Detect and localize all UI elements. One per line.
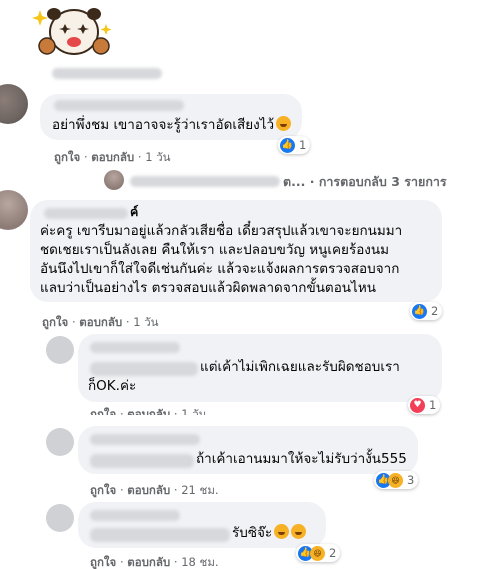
like-link[interactable]: ถูกใจ xyxy=(90,407,116,415)
avatar[interactable] xyxy=(46,336,74,364)
like-link[interactable]: ถูกใจ xyxy=(42,315,68,329)
blurred-author-name[interactable] xyxy=(90,342,180,353)
haha-icon: 😆 xyxy=(310,545,325,561)
blurred-author-name[interactable] xyxy=(54,100,184,111)
avatar[interactable] xyxy=(46,428,74,456)
comment-bubble: ค์ ค่ะครู เขารีบมาอยู่แล้วกลัวเสียชื่อ เ… xyxy=(30,200,442,302)
blurred-text xyxy=(90,528,230,542)
comment-text-line: แลบว่าเป็นอย่างไร ตรวจสอบแล้วผิดพลาดจากข… xyxy=(40,280,376,296)
reply-link[interactable]: ตอบกลับ xyxy=(127,483,170,497)
blurred-author-name[interactable] xyxy=(90,510,180,521)
blurred-text xyxy=(90,362,198,376)
avatar[interactable] xyxy=(0,190,28,230)
comment-meta: ถูกใจ · ตอบกลับ · 1 วัน xyxy=(42,315,159,329)
fearful-face-emoji xyxy=(276,116,292,131)
blurred-name xyxy=(52,68,162,79)
like-link[interactable]: ถูกใจ xyxy=(90,555,116,569)
like-link[interactable]: ถูกใจ xyxy=(90,483,116,497)
reply-link[interactable]: ตอบกลับ xyxy=(127,555,170,569)
grinning-face-emoji xyxy=(291,524,307,539)
reaction-summary[interactable]: 👍 1 xyxy=(278,136,311,154)
avatar[interactable] xyxy=(46,504,74,532)
comment-text-line: ก็OK.ค่ะ xyxy=(88,378,137,394)
comment-bubble: รับซิจ๊ะ xyxy=(78,502,326,548)
avatar[interactable] xyxy=(0,84,28,124)
view-replies-link[interactable]: ต... · การตอบกลับ 3 รายการ xyxy=(283,172,447,192)
blurred-reply-author xyxy=(130,176,280,187)
comment-bubble: ถ้าเค้าเอานมมาให้จะไม่รับว่างั้น555 xyxy=(78,426,418,474)
comment-text-line: ชดเชยเราเป็นลังเลย คืนให้เรา และปลอบขวัญ… xyxy=(40,242,390,258)
reaction-summary[interactable]: 👍 😆 3 xyxy=(374,471,419,489)
comment-time[interactable]: 1 วัน xyxy=(181,407,206,415)
haha-icon: 😆 xyxy=(388,472,403,488)
reaction-summary[interactable]: 👍 2 xyxy=(410,302,443,320)
comment-text: อย่าพึ่งชม เขาอาจจะรู้ว่าเราอัดเสียงไว้ xyxy=(52,116,292,135)
comment-meta: ถูกใจ · ตอบกลับ · 21 ชม. xyxy=(90,483,219,497)
author-name-fragment[interactable]: ค์ xyxy=(130,202,138,221)
panda-sticker xyxy=(32,2,116,62)
blurred-author-name[interactable] xyxy=(44,208,128,219)
reply-link[interactable]: ตอบกลับ xyxy=(127,407,170,415)
like-icon: 👍 xyxy=(280,137,295,153)
comment-text-line: ถ้าเค้าเอานมมาให้จะไม่รับว่างั้น555 xyxy=(196,451,407,467)
comment-time[interactable]: 1 วัน xyxy=(145,150,170,164)
blurred-author-name[interactable] xyxy=(90,434,200,445)
comment-time[interactable]: 1 วัน xyxy=(133,315,158,329)
comment-time[interactable]: 18 ชม. xyxy=(181,555,218,569)
comment-bubble: อย่าพึ่งชม เขาอาจจะรู้ว่าเราอัดเสียงไว้ xyxy=(40,94,302,140)
comment-time[interactable]: 21 ชม. xyxy=(181,483,218,497)
reaction-summary[interactable]: 👍 😆 2 xyxy=(296,544,341,562)
love-icon: ♥ xyxy=(410,397,425,413)
reply-link[interactable]: ตอบกลับ xyxy=(91,150,134,164)
blurred-text xyxy=(90,454,194,468)
comment-meta: ถูกใจ · ตอบกลับ · 1 วัน xyxy=(90,406,207,415)
reply-link[interactable]: ตอบกลับ xyxy=(79,315,122,329)
reply-avatar xyxy=(104,170,124,190)
grinning-face-emoji xyxy=(274,524,290,539)
like-link[interactable]: ถูกใจ xyxy=(54,150,80,164)
comment-meta: ถูกใจ · ตอบกลับ · 18 ชม. xyxy=(90,555,219,569)
comment-text-line: ค่ะครู เขารีบมาอยู่แล้วกลัวเสียชื่อ เดี๋… xyxy=(40,223,403,239)
reaction-summary[interactable]: ♥ 1 xyxy=(408,396,441,414)
comment-text-line: อันนึงไปเขาก็ใส่ใจดีเช่นกันค่ะ แล้วจะแจ้… xyxy=(40,261,400,277)
comment-bubble: แต่เค้าไม่เพิกเฉยและรับผิดชอบเรา ก็OK.ค่… xyxy=(78,334,442,402)
like-icon: 👍 xyxy=(412,303,427,319)
comment-text-line: รับซิจ๊ะ xyxy=(232,524,307,543)
comment-meta: ถูกใจ · ตอบกลับ · 1 วัน xyxy=(54,150,171,164)
comment-text-line: แต่เค้าไม่เพิกเฉยและรับผิดชอบเรา xyxy=(200,359,400,375)
